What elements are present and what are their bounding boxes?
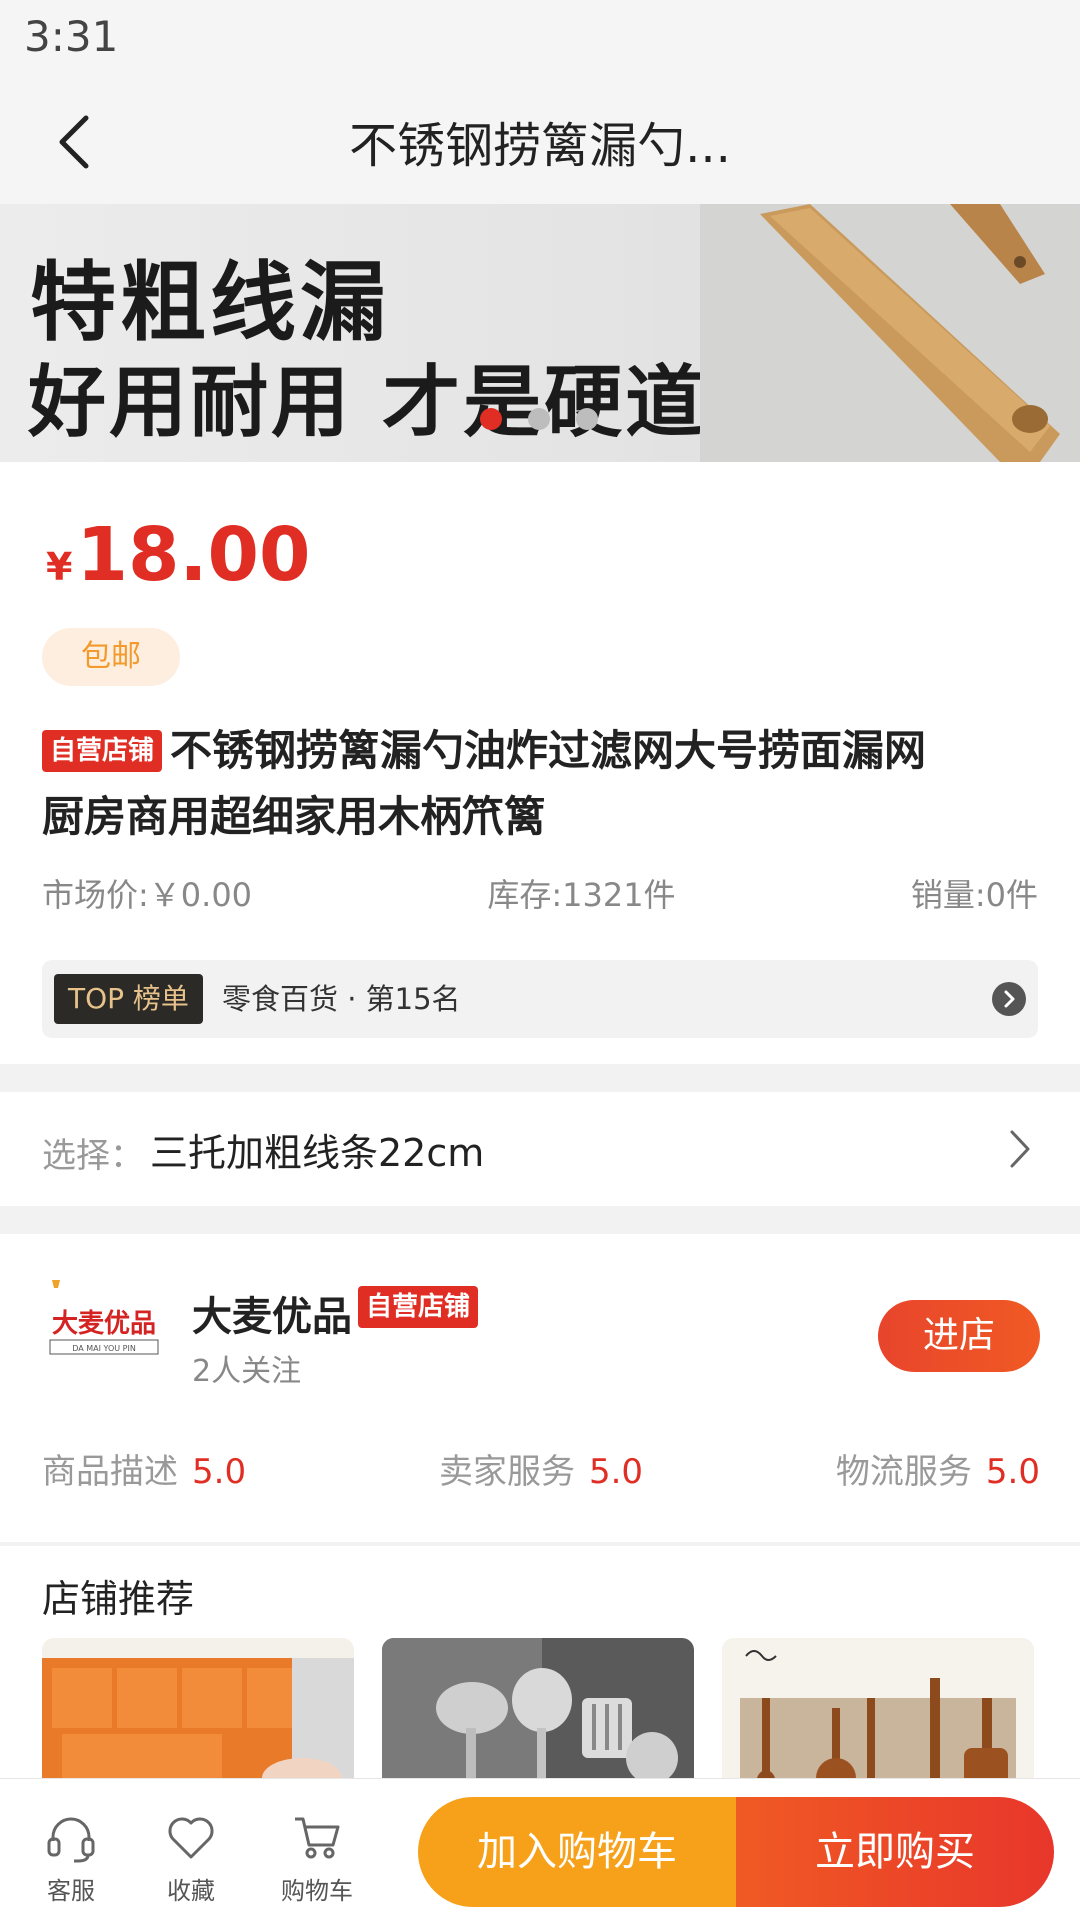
back-button[interactable] — [40, 106, 112, 178]
recommend-item[interactable] — [382, 1638, 694, 1778]
store-name[interactable]: 大麦优品 — [192, 1284, 352, 1342]
store-followers: 2人关注 — [192, 1354, 302, 1389]
status-bar: 3:31 — [0, 0, 1080, 80]
favorite-label: 收藏 — [167, 1877, 215, 1905]
self-operated-tag: 自营店铺 — [42, 730, 163, 772]
cart-button[interactable]: 购物车 — [262, 1809, 372, 1906]
chevron-left-icon — [59, 115, 89, 169]
shopping-cart-icon — [295, 1817, 340, 1859]
wooden-spoons-image — [722, 1638, 1034, 1778]
customer-service-button[interactable]: 客服 — [16, 1809, 126, 1906]
kitchen-utensils-image — [382, 1638, 694, 1778]
recommend-item[interactable] — [722, 1638, 1034, 1778]
price-amount: 18.00 — [76, 512, 311, 598]
currency-symbol: ¥ — [46, 545, 73, 589]
nav-bar: 不锈钢捞篱漏勺... — [0, 80, 1080, 204]
carousel-dot[interactable] — [528, 408, 550, 430]
chevron-right-icon — [1010, 1130, 1030, 1168]
rating-service: 卖家服务 5.0 — [438, 1452, 644, 1492]
stock-count: 库存:1321件 — [487, 876, 676, 914]
store-logo: 大麦优品 DA MAI YOU PIN — [42, 1274, 166, 1398]
rating-description: 商品描述 5.0 — [42, 1452, 247, 1492]
add-to-cart-button[interactable]: 加入购物车 — [418, 1797, 736, 1907]
carousel-dot[interactable] — [576, 408, 598, 430]
product-info-section: ¥18.00 包邮 自营店铺 不锈钢捞篱漏勺油炸过滤网大号捞面漏网厨房商用超细家用… — [0, 462, 1080, 1064]
store-logo-text: 大麦优品 — [52, 1309, 156, 1339]
store-recommendations: 店铺推荐 — [0, 1546, 1080, 1778]
store-section: 大麦优品 DA MAI YOU PIN 大麦优品 自营店铺 2人关注 进店 商品… — [0, 1234, 1080, 1542]
banner-headline: 特粗线漏 — [30, 253, 390, 353]
sales-count: 销量:0件 — [910, 876, 1038, 914]
bottom-action-bar: 客服 收藏 购物车 加入购物车 立即购买 — [0, 1778, 1080, 1920]
store-ratings: 商品描述 5.0 卖家服务 5.0 物流服务 5.0 — [42, 1444, 1040, 1493]
rating-logistics: 物流服务 5.0 — [835, 1452, 1040, 1492]
customer-service-label: 客服 — [47, 1877, 95, 1905]
carousel-indicator — [480, 408, 598, 430]
ranking-text: 零食百货 · 第15名 — [222, 982, 461, 1016]
ranking-bar[interactable]: TOP 榜单 零食百货 · 第15名 — [42, 960, 1038, 1038]
chevron-right-icon — [992, 982, 1026, 1016]
self-operated-tag: 自营店铺 — [358, 1286, 479, 1328]
favorite-button[interactable]: 收藏 — [136, 1809, 246, 1906]
status-time: 3:31 — [24, 12, 119, 61]
enter-store-button[interactable]: 进店 — [878, 1300, 1040, 1372]
banner-subheadline: 好用耐用 才是硬道理 — [28, 358, 788, 448]
selected-spec: 三托加粗线条22cm — [150, 1131, 485, 1175]
market-price: 市场价:￥0.00 — [42, 876, 253, 914]
recommend-title: 店铺推荐 — [42, 1577, 195, 1621]
carousel-dot[interactable] — [480, 408, 502, 430]
price: ¥18.00 — [46, 512, 311, 598]
headset-icon — [47, 1817, 95, 1863]
product-title-text: 不锈钢捞篱漏勺油炸过滤网大号捞面漏网厨房商用超细家用木柄笊篱 — [42, 726, 927, 841]
spec-selector[interactable]: 选择： 三托加粗线条22cm — [0, 1092, 1080, 1206]
store-logo-subtext: DA MAI YOU PIN — [72, 1344, 136, 1353]
tissue-box-image — [42, 1638, 354, 1778]
cart-label: 购物车 — [281, 1877, 353, 1905]
wooden-handle-image — [700, 204, 1080, 462]
free-shipping-badge: 包邮 — [42, 628, 180, 686]
recommend-item[interactable] — [42, 1638, 354, 1778]
heart-icon — [168, 1817, 214, 1859]
top-ranking-badge: TOP 榜单 — [54, 974, 203, 1024]
page-title: 不锈钢捞篱漏勺... — [349, 118, 731, 174]
product-meta-row: 市场价:￥0.00 库存:1321件 销量:0件 — [42, 870, 1038, 916]
product-title: 自营店铺 不锈钢捞篱漏勺油炸过滤网大号捞面漏网厨房商用超细家用木柄笊篱 — [42, 718, 962, 850]
buy-now-button[interactable]: 立即购买 — [736, 1797, 1054, 1907]
select-label: 选择： — [42, 1136, 144, 1176]
